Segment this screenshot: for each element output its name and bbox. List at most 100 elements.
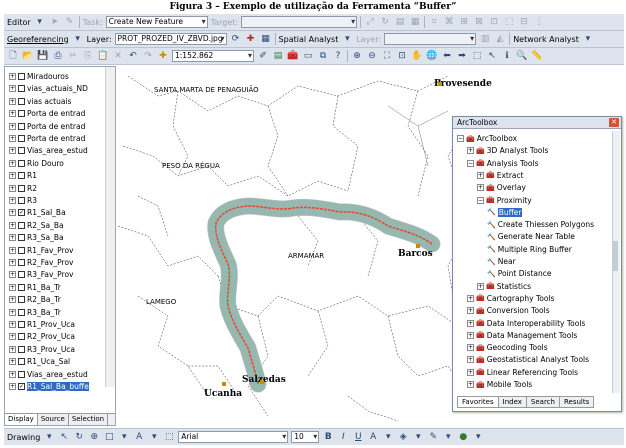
toolbox-tool[interactable]: 🔨 Near (487, 256, 516, 267)
expand-icon[interactable]: + (9, 246, 16, 254)
cut-icon[interactable]: ✂ (67, 50, 79, 62)
fill-color-icon[interactable]: ◈ (397, 431, 409, 443)
contour-icon[interactable]: ◭ (494, 33, 506, 45)
print-icon[interactable]: ⎙ (52, 50, 64, 62)
expand-icon[interactable]: + (467, 381, 474, 388)
expand-icon[interactable]: + (9, 308, 16, 316)
expand-icon[interactable]: − (467, 159, 474, 167)
expand-icon[interactable]: + (467, 319, 474, 327)
toolbox-box[interactable]: + 🧰 Cartography Tools (467, 293, 554, 304)
expand-icon[interactable]: + (477, 282, 484, 290)
copy-icon[interactable]: ⎘ (82, 50, 94, 62)
toolbox-set[interactable]: + 🧰 Statistics (477, 281, 531, 292)
arctoolbox-scrollbar[interactable] (612, 131, 620, 393)
line-color-icon[interactable]: ✎ (427, 431, 439, 443)
layer-visibility-checkbox[interactable] (18, 246, 25, 254)
layer-item[interactable]: + ✓ R1_Sal_Ba (9, 207, 66, 218)
tab-index[interactable]: Index (498, 396, 527, 408)
expand-icon[interactable]: + (9, 321, 16, 328)
layer-item[interactable]: + R1_Ba_Tr (9, 282, 61, 293)
arctoolbox-icon[interactable]: 🧰 (287, 50, 299, 62)
layer-visibility-checkbox[interactable] (18, 122, 25, 130)
topology-icon[interactable]: ⌗ (428, 16, 440, 28)
font-color-icon[interactable]: A (367, 431, 379, 443)
layer-item[interactable]: + R1_Uca_Sal (9, 356, 70, 367)
chevron-down-icon[interactable]: ▾ (442, 431, 454, 443)
layer-visibility-checkbox[interactable] (18, 197, 25, 204)
layer-visibility-checkbox[interactable] (18, 172, 25, 180)
table-of-contents-icon[interactable]: ▤ (272, 50, 284, 62)
layer-item[interactable]: + R1_Prov_Uca (9, 319, 75, 330)
network-analyst-menu[interactable]: Network Analyst (513, 35, 579, 44)
italic-button[interactable]: I (337, 431, 349, 443)
command-line-icon[interactable]: ▭ (302, 50, 314, 62)
tab-favorites[interactable]: Favorites (457, 396, 499, 408)
full-extent-icon[interactable]: 🌐 (426, 50, 438, 62)
layer-item[interactable]: + ✓ R1_Sal_Ba_buffe (9, 381, 89, 392)
expand-icon[interactable]: + (477, 171, 484, 179)
edit-vertices-icon[interactable]: ⬚ (163, 431, 175, 443)
close-icon[interactable]: ✕ (609, 118, 619, 127)
split-tool-icon[interactable]: ⤢ (364, 16, 376, 28)
toolbox-box[interactable]: + 🧰 Conversion Tools (467, 305, 550, 316)
toolbox-box[interactable]: + 🧰 Data Interoperability Tools (467, 318, 585, 329)
expand-icon[interactable]: − (477, 196, 484, 204)
expand-icon[interactable]: + (467, 344, 474, 352)
layer-visibility-checkbox[interactable] (18, 159, 25, 167)
redo-icon[interactable]: ↷ (142, 50, 154, 62)
scrollbar-thumb[interactable] (612, 241, 618, 271)
layer-visibility-checkbox[interactable] (18, 97, 25, 105)
layer-visibility-checkbox[interactable] (18, 135, 25, 142)
toolbox-tool[interactable]: 🔨 Buffer (487, 207, 523, 218)
font-dropdown[interactable]: Arial (178, 431, 289, 443)
toolbox-box[interactable]: + 🧰 3D Analyst Tools (467, 145, 548, 156)
select-elements-icon[interactable]: ↖ (486, 50, 498, 62)
drawing-menu[interactable]: Drawing (7, 433, 40, 442)
toolbox-root[interactable]: − 🧰 ArcToolbox (457, 133, 517, 144)
identify-icon[interactable]: ℹ (501, 50, 513, 62)
expand-icon[interactable]: + (9, 221, 16, 229)
expand-icon[interactable]: + (467, 307, 474, 315)
expand-icon[interactable]: + (9, 85, 16, 93)
shared-features-icon[interactable]: ⬚ (503, 16, 515, 28)
rotate-icon[interactable]: ⟳ (230, 33, 242, 45)
expand-icon[interactable]: + (9, 271, 16, 279)
measure-icon[interactable]: 📏 (531, 50, 543, 62)
chevron-down-icon[interactable]: ▾ (43, 431, 55, 443)
expand-icon[interactable]: + (9, 122, 16, 130)
rotate-tool-icon[interactable]: ↻ (379, 16, 391, 28)
chevron-down-icon[interactable]: ▾ (341, 33, 353, 45)
zoom-to-selected-icon[interactable]: ⊕ (88, 431, 100, 443)
expand-icon[interactable]: + (477, 184, 484, 192)
layer-visibility-checkbox[interactable]: ✓ (18, 383, 25, 390)
back-extent-icon[interactable]: ⬅ (441, 50, 453, 62)
tab-search[interactable]: Search (526, 396, 560, 408)
layer-item[interactable]: + R1 (9, 170, 37, 181)
layer-item[interactable]: + Rio Douro (9, 158, 64, 169)
layer-item[interactable]: + Miradouros (9, 71, 69, 82)
select-elements-icon[interactable]: ↖ (58, 431, 70, 443)
paste-icon[interactable]: 📋 (97, 50, 109, 62)
tab-selection[interactable]: Selection (69, 414, 109, 425)
layer-visibility-checkbox[interactable]: ✓ (18, 209, 25, 217)
toolbox-box[interactable]: + 🧰 Linear Referencing Tools (467, 367, 578, 378)
edit-arrow-icon[interactable]: ➤ (49, 16, 61, 28)
zoom-out-icon[interactable]: ⊖ (366, 50, 378, 62)
add-data-icon[interactable]: ✚ (157, 50, 169, 62)
toolbox-tool[interactable]: 🔨 Point Distance (487, 268, 552, 279)
layer-visibility-checkbox[interactable] (18, 283, 25, 291)
task-dropdown[interactable]: Create New Feature (105, 16, 208, 28)
layer-visibility-checkbox[interactable] (18, 358, 25, 366)
georef-layer-dropdown[interactable]: PROT_PROZED_IV_ZBVD.jpg (114, 33, 227, 45)
layer-visibility-checkbox[interactable] (18, 221, 25, 229)
layer-visibility-checkbox[interactable] (18, 296, 25, 304)
chevron-down-icon[interactable]: ▾ (412, 431, 424, 443)
toolbox-box[interactable]: + 🧰 Geocoding Tools (467, 342, 548, 353)
layer-item[interactable]: + Porta de entrad (9, 108, 85, 119)
expand-icon[interactable]: + (9, 73, 16, 80)
expand-icon[interactable]: + (9, 358, 16, 366)
chevron-down-icon[interactable]: ▾ (148, 431, 160, 443)
expand-icon[interactable]: + (9, 135, 16, 142)
toolbox-box[interactable]: + 🧰 Data Management Tools (467, 330, 577, 341)
expand-icon[interactable]: + (9, 209, 16, 217)
